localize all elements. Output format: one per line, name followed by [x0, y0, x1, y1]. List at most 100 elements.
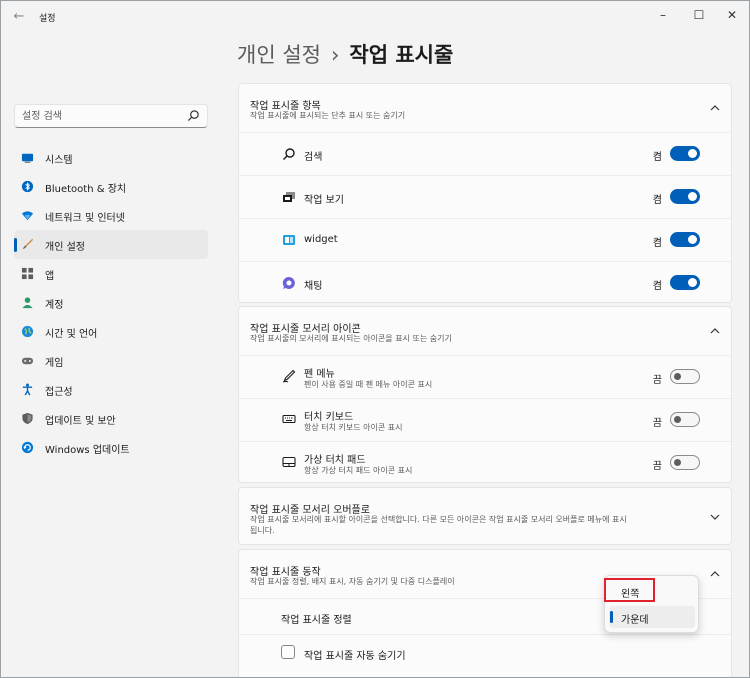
row-label: 터치 키보드: [304, 412, 354, 423]
toggle-state-label: 켬: [652, 281, 662, 292]
toggle-state-label: 끔: [652, 461, 662, 472]
sidebar-item-label: 앱: [45, 271, 55, 282]
sidebar-item-label: 게임: [45, 358, 64, 369]
sidebar-item-label: 계정: [45, 300, 64, 311]
search-toggle[interactable]: [670, 146, 700, 161]
toggle-knob: [674, 416, 681, 423]
chevron-down-icon[interactable]: [709, 511, 721, 523]
sidebar-item-apps[interactable]: 앱: [14, 259, 208, 288]
toggle-state-label: 켬: [652, 238, 662, 249]
taskbar-items-section: 작업 표시줄 항목 작업 표시줄에 표시되는 단추 표시 또는 숨기기 검색 켬…: [238, 83, 732, 303]
toggle-knob: [688, 149, 697, 158]
autohide-checkbox[interactable]: [281, 645, 295, 659]
sidebar-item-bluetooth[interactable]: Bluetooth & 장치: [14, 172, 208, 201]
sidebar-item-system[interactable]: 시스템: [14, 143, 208, 172]
sidebar-item-label: Bluetooth & 장치: [45, 184, 127, 195]
toggle-knob: [688, 192, 697, 201]
widget-toggle[interactable]: [670, 232, 700, 247]
search-input[interactable]: [15, 105, 185, 127]
section-header[interactable]: 작업 표시줄 모서리 아이콘 작업 표시줄의 모서리에 표시되는 아이콘을 표시…: [239, 307, 731, 355]
brush-icon: [22, 238, 34, 250]
breadcrumb-parent[interactable]: 개인 설정: [237, 43, 321, 67]
sidebar-item-time-language[interactable]: 시간 및 언어: [14, 317, 208, 346]
row-description: 항상 터치 키보드 아이콘 표시: [304, 423, 403, 432]
section-subtitle: 작업 표시줄에 표시되는 단추 표시 또는 숨기기: [250, 111, 406, 120]
toggle-state-label: 끔: [652, 375, 662, 386]
chevron-up-icon[interactable]: [709, 102, 721, 114]
sidebar-item-label: 개인 설정: [45, 242, 85, 253]
sidebar-item-accessibility[interactable]: 접근성: [14, 375, 208, 404]
chat-icon: [282, 276, 295, 289]
minimize-button[interactable]: –: [646, 4, 680, 26]
back-button[interactable]: ←: [9, 7, 29, 27]
taskbar-autohide-row: 작업 표시줄 자동 숨기기: [239, 634, 731, 670]
option-label: 가운데: [621, 615, 649, 626]
toggle-knob: [688, 278, 697, 287]
virtual-touchpad-toggle[interactable]: [670, 455, 700, 470]
page-title: 작업 표시줄: [349, 43, 454, 67]
task-view-toggle[interactable]: [670, 189, 700, 204]
update-icon: [21, 441, 34, 454]
sidebar-item-label: 시간 및 언어: [45, 329, 98, 340]
pen-icon: [282, 369, 296, 383]
toggle-state-label: 켬: [652, 152, 662, 163]
sidebar-item-network[interactable]: 네트워크 및 인터넷: [14, 201, 208, 230]
alignment-option-center[interactable]: 가운데: [609, 606, 695, 628]
toggle-knob: [688, 235, 697, 244]
row-label: 검색: [304, 152, 323, 163]
sidebar-item-label: Windows 업데이트: [45, 445, 130, 456]
sidebar-item-label: 네트워크 및 인터넷: [45, 213, 125, 224]
sidebar-item-update-security[interactable]: 업데이트 및 보안: [14, 404, 208, 433]
search-icon[interactable]: [187, 109, 200, 122]
sidebar-item-gaming[interactable]: 게임: [14, 346, 208, 375]
sidebar-item-label: 업데이트 및 보안: [45, 416, 116, 427]
sidebar-item-personalization[interactable]: 개인 설정: [14, 230, 208, 259]
corner-overflow-section[interactable]: 작업 표시줄 모서리 오버플로 작업 표시줄 모서리에 표시할 아이콘을 선택합…: [238, 487, 732, 545]
sidebar-item-accounts[interactable]: 계정: [14, 288, 208, 317]
touchpad-icon: [282, 456, 296, 468]
person-icon: [22, 297, 33, 309]
row-label: 채팅: [304, 281, 323, 292]
toggle-knob: [674, 459, 681, 466]
taskbar-item-row-widget: widget 켬: [239, 218, 731, 261]
wifi-icon: [21, 211, 34, 221]
sidebar-item-label: 시스템: [45, 155, 73, 166]
chevron-up-icon[interactable]: [709, 568, 721, 580]
title-bar: ← 설정 – ☐ ✕: [1, 1, 749, 31]
row-label: 가상 터치 패드: [304, 455, 366, 466]
widget-icon: [283, 235, 295, 245]
taskbar-item-row-task-view: 작업 보기 켬: [239, 175, 731, 218]
row-description: 항상 가상 터치 패드 아이콘 표시: [304, 466, 413, 475]
maximize-button[interactable]: ☐: [682, 4, 716, 26]
section-subtitle-continued: 됩니다.: [250, 526, 275, 535]
corner-icon-row-touch-keyboard: 터치 키보드 항상 터치 키보드 아이콘 표시 끔: [239, 398, 731, 441]
shield-icon: [22, 412, 33, 425]
taskbar-item-row-chat: 채팅 켬: [239, 261, 731, 304]
selected-indicator: [610, 611, 613, 623]
row-label: 펜 메뉴: [304, 369, 335, 380]
chat-toggle[interactable]: [670, 275, 700, 290]
toggle-state-label: 켬: [652, 195, 662, 206]
corner-icon-row-pen-menu: 펜 메뉴 펜이 사용 중일 때 펜 메뉴 아이콘 표시 끔: [239, 355, 731, 398]
checkbox-label: 작업 표시줄 자동 숨기기: [304, 651, 406, 662]
settings-window: ← 설정 – ☐ ✕ 개인 설정 › 작업 표시줄 시스템 Bluetooth & …: [0, 0, 750, 678]
chevron-up-icon[interactable]: [709, 325, 721, 337]
touch-keyboard-toggle[interactable]: [670, 412, 700, 427]
sidebar-item-windows-update[interactable]: Windows 업데이트: [14, 433, 208, 462]
toggle-knob: [674, 373, 681, 380]
settings-search-box: [14, 104, 208, 128]
section-header[interactable]: 작업 표시줄 항목 작업 표시줄에 표시되는 단추 표시 또는 숨기기: [239, 84, 731, 132]
row-label: 작업 표시줄 정렬: [281, 615, 352, 626]
keyboard-icon: [282, 414, 296, 424]
section-subtitle: 작업 표시줄 정렬, 배지 표시, 자동 숨기기 및 다중 디스플레이: [250, 577, 455, 586]
sidebar-nav: 시스템 Bluetooth & 장치 네트워크 및 인터넷 개인 설정 앱 계정…: [14, 143, 208, 462]
highlight-annotation-box: [604, 578, 655, 602]
pen-menu-toggle[interactable]: [670, 369, 700, 384]
close-button[interactable]: ✕: [715, 4, 749, 26]
apps-icon: [21, 267, 34, 280]
row-label: 작업 보기: [304, 195, 344, 206]
search-icon: [283, 148, 295, 160]
gamepad-icon: [21, 357, 34, 365]
corner-icons-section: 작업 표시줄 모서리 아이콘 작업 표시줄의 모서리에 표시되는 아이콘을 표시…: [238, 306, 732, 483]
task-view-icon: [283, 192, 295, 202]
